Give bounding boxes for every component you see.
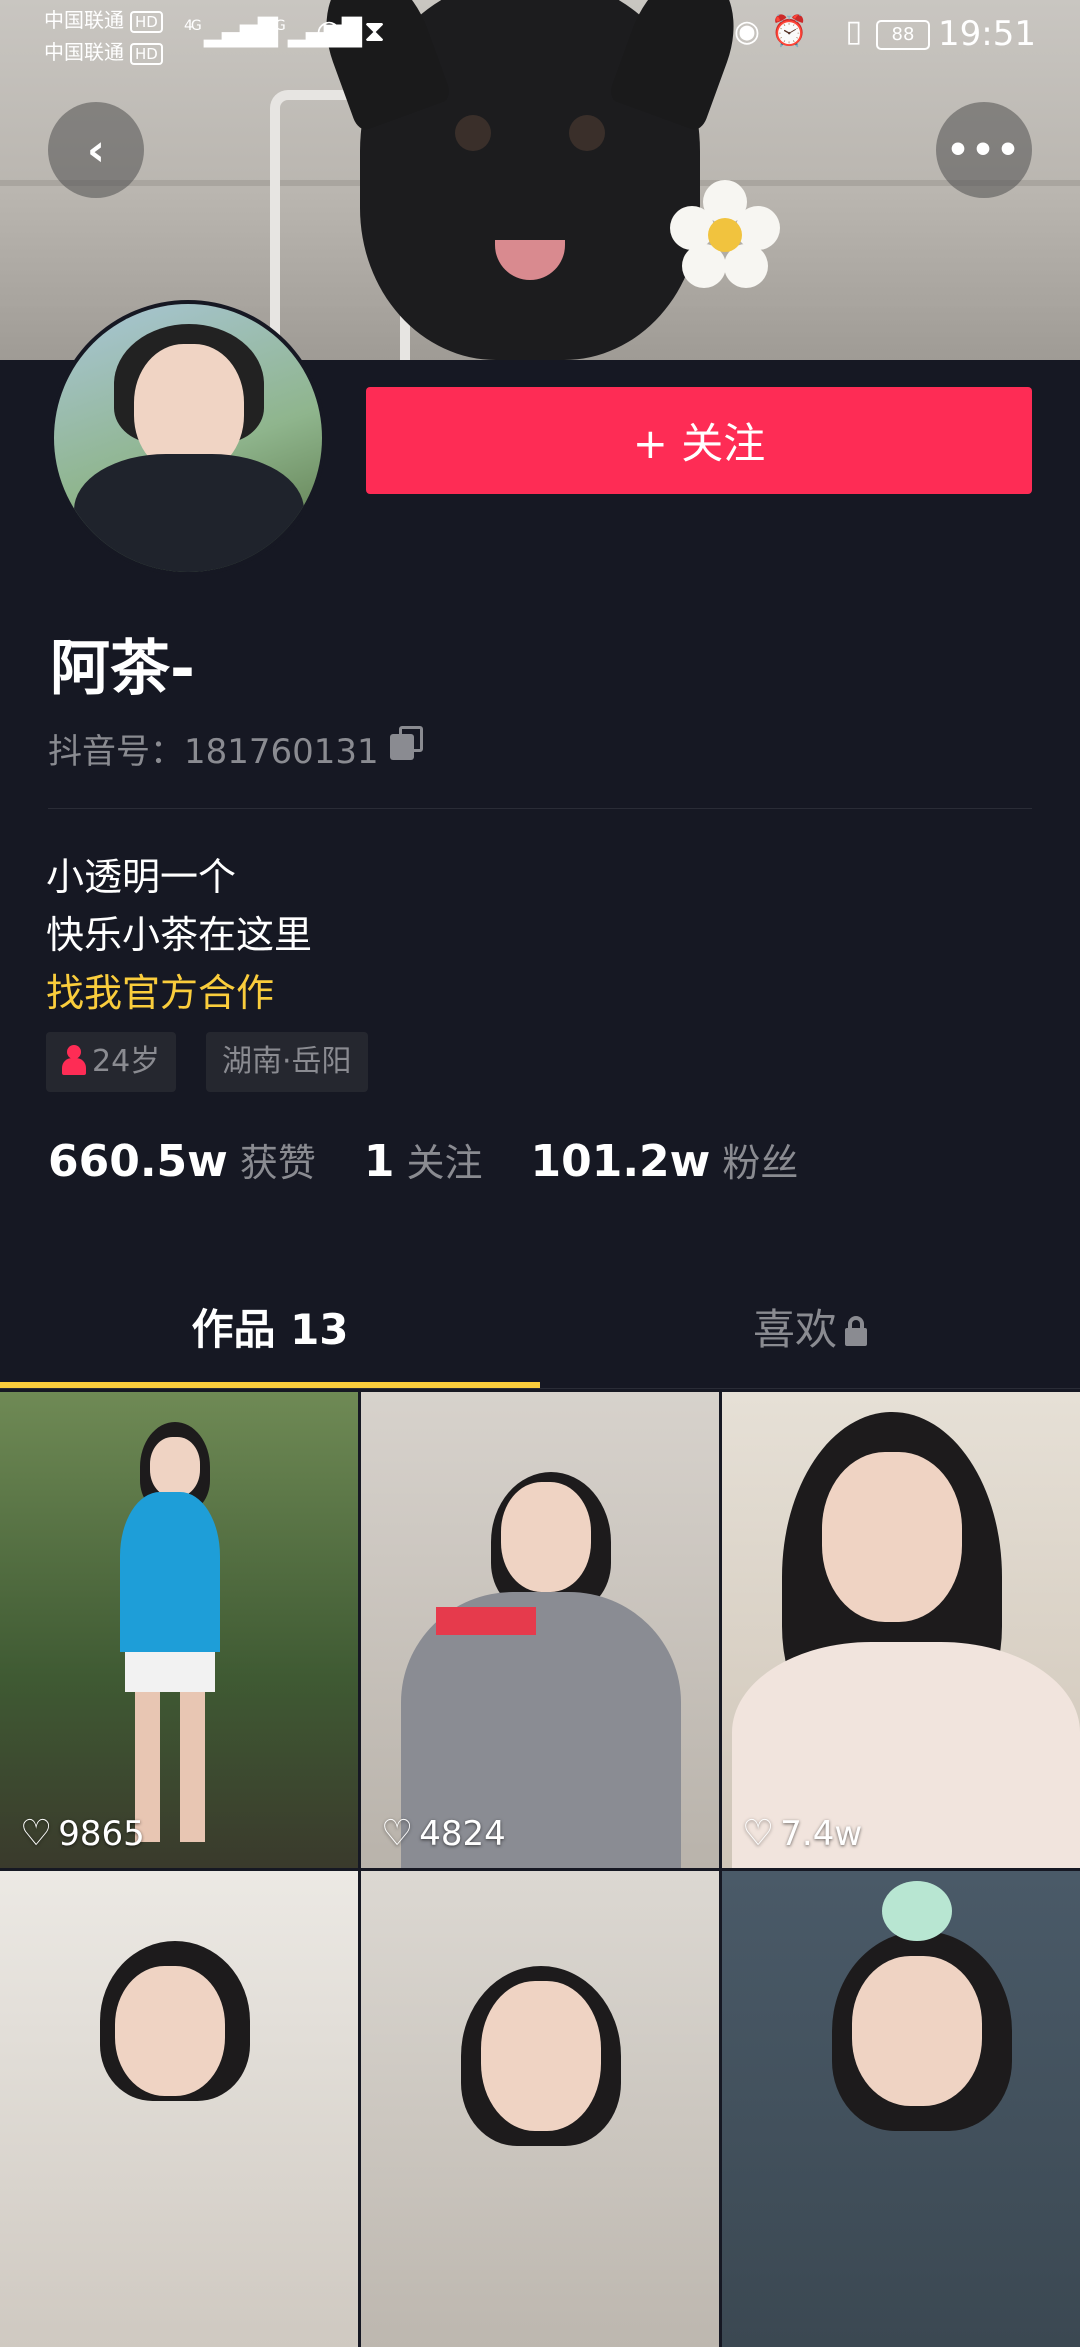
vibrate-icon: ▯ <box>845 14 862 49</box>
video-thumbnail[interactable] <box>0 1871 358 2347</box>
copy-icon[interactable] <box>390 726 424 760</box>
thumb-figure-body <box>120 1492 220 1652</box>
cover-flower <box>670 180 780 290</box>
profile-name: 阿茶- <box>50 634 195 704</box>
dog-eye <box>569 115 605 151</box>
video-thumbnail[interactable]: ♡ 7.4w <box>722 1392 1080 1868</box>
thumb-sticker <box>882 1881 952 1941</box>
back-arrow-icon: ‹ <box>86 124 106 176</box>
flower-center <box>708 218 742 252</box>
battery-icon: 88 <box>876 20 930 50</box>
signal-icon: ▂▄▆█ <box>204 18 278 48</box>
hd-badge: HD <box>130 43 163 65</box>
tab-works-label: 作品 13 <box>191 1305 349 1354</box>
video-likes: ♡ 9865 <box>20 1813 145 1854</box>
video-thumbnail[interactable] <box>722 1871 1080 2347</box>
female-icon <box>62 1045 86 1075</box>
following-count[interactable]: 1 <box>364 1136 395 1187</box>
bio-business-link[interactable]: 找我官方合作 <box>46 964 312 1022</box>
profile-bio: 小透明一个 快乐小茶在这里 找我官方合作 <box>46 848 312 1022</box>
age-tag: 24岁 <box>46 1032 177 1092</box>
video-likes: ♡ 4824 <box>381 1813 506 1854</box>
carrier-2: 中国联通 HD <box>44 36 163 68</box>
fans-count[interactable]: 101.2w <box>530 1136 710 1187</box>
heart-icon: ♡ <box>381 1813 414 1854</box>
thumb-figure-head <box>150 1437 200 1497</box>
video-thumbnail[interactable]: ♡ 9865 <box>0 1392 358 1868</box>
content-tabs: 作品 13 喜欢 <box>0 1280 1080 1389</box>
video-likes: ♡ 7.4w <box>742 1813 862 1854</box>
tab-works[interactable]: 作品 13 <box>0 1280 540 1385</box>
thumb-figure-head <box>822 1452 962 1622</box>
location-tag: 湖南·岳阳 <box>206 1032 368 1092</box>
back-button[interactable]: ‹ <box>48 102 144 198</box>
avatar-image <box>54 304 322 572</box>
hd-badge: HD <box>130 11 163 33</box>
bio-line: 快乐小茶在这里 <box>46 913 313 957</box>
carrier-info: 中国联通 HD 中国联通 HD <box>44 4 163 68</box>
more-button[interactable]: ••• <box>936 102 1032 198</box>
avatar-jacket <box>74 454 304 572</box>
carrier-1: 中国联通 HD <box>44 4 163 36</box>
clock: 19:51 <box>938 14 1036 54</box>
video-likes-count: 9865 <box>58 1813 145 1854</box>
heart-icon: ♡ <box>20 1813 53 1854</box>
thumb-figure-head <box>852 1956 982 2106</box>
thumb-figure-leg <box>180 1692 205 1842</box>
tab-active-indicator <box>0 1382 540 1388</box>
heart-icon: ♡ <box>742 1813 775 1854</box>
video-thumbnail[interactable]: ♡ 4824 <box>361 1392 719 1868</box>
thumb-figure-shorts <box>125 1652 215 1692</box>
fans-label[interactable]: 粉丝 <box>722 1132 798 1187</box>
tab-likes-label: 喜欢 <box>752 1305 837 1354</box>
flower-petal <box>670 206 714 250</box>
video-likes-count: 7.4w <box>780 1813 863 1854</box>
follow-button[interactable]: + 关注 <box>366 387 1032 494</box>
thumb-figure-head <box>501 1482 591 1592</box>
douyin-id: 抖音号：181760131 <box>48 732 379 772</box>
dog-tongue <box>495 240 565 280</box>
thumb-figure-head <box>115 1966 225 2096</box>
more-dots-icon: ••• <box>946 129 1022 171</box>
wifi-icon: ◠ <box>316 14 343 49</box>
thumb-figure-head <box>481 1981 601 2131</box>
divider <box>48 808 1032 809</box>
dog-eye <box>455 115 491 151</box>
eye-icon: ◉ <box>733 14 760 49</box>
following-label[interactable]: 关注 <box>406 1132 482 1187</box>
video-likes-count: 4824 <box>419 1813 506 1854</box>
profile-stats: 660.5w 获赞 1 关注 101.2w 粉丝 <box>48 1132 798 1187</box>
carrier-2-label: 中国联通 <box>44 40 124 64</box>
avatar[interactable] <box>50 300 326 576</box>
likes-count: 660.5w <box>48 1136 228 1187</box>
location-label: 湖南·岳阳 <box>222 1044 352 1079</box>
alarm-icon: ⏰ <box>770 14 808 49</box>
status-bar: 中国联通 HD 中国联通 HD 4G ▂▄▆█ 4G ▂▄▆█ ◠ ⧗ ◉ ⏰ ▯ … <box>0 0 1080 70</box>
carrier-1-label: 中国联通 <box>44 8 124 32</box>
thumb-shirt-logo <box>436 1607 536 1635</box>
age-label: 24岁 <box>92 1044 161 1079</box>
network-type-1: 4G <box>184 18 202 34</box>
hourglass-icon: ⧗ <box>364 14 386 49</box>
lock-icon <box>845 1316 867 1346</box>
tab-likes[interactable]: 喜欢 <box>540 1280 1080 1385</box>
likes-label: 获赞 <box>239 1141 316 1185</box>
video-thumbnail[interactable] <box>361 1871 719 2347</box>
copy-icon-front <box>399 726 423 752</box>
bio-line: 小透明一个 <box>46 855 237 899</box>
network-type-2: 4G <box>268 18 286 34</box>
